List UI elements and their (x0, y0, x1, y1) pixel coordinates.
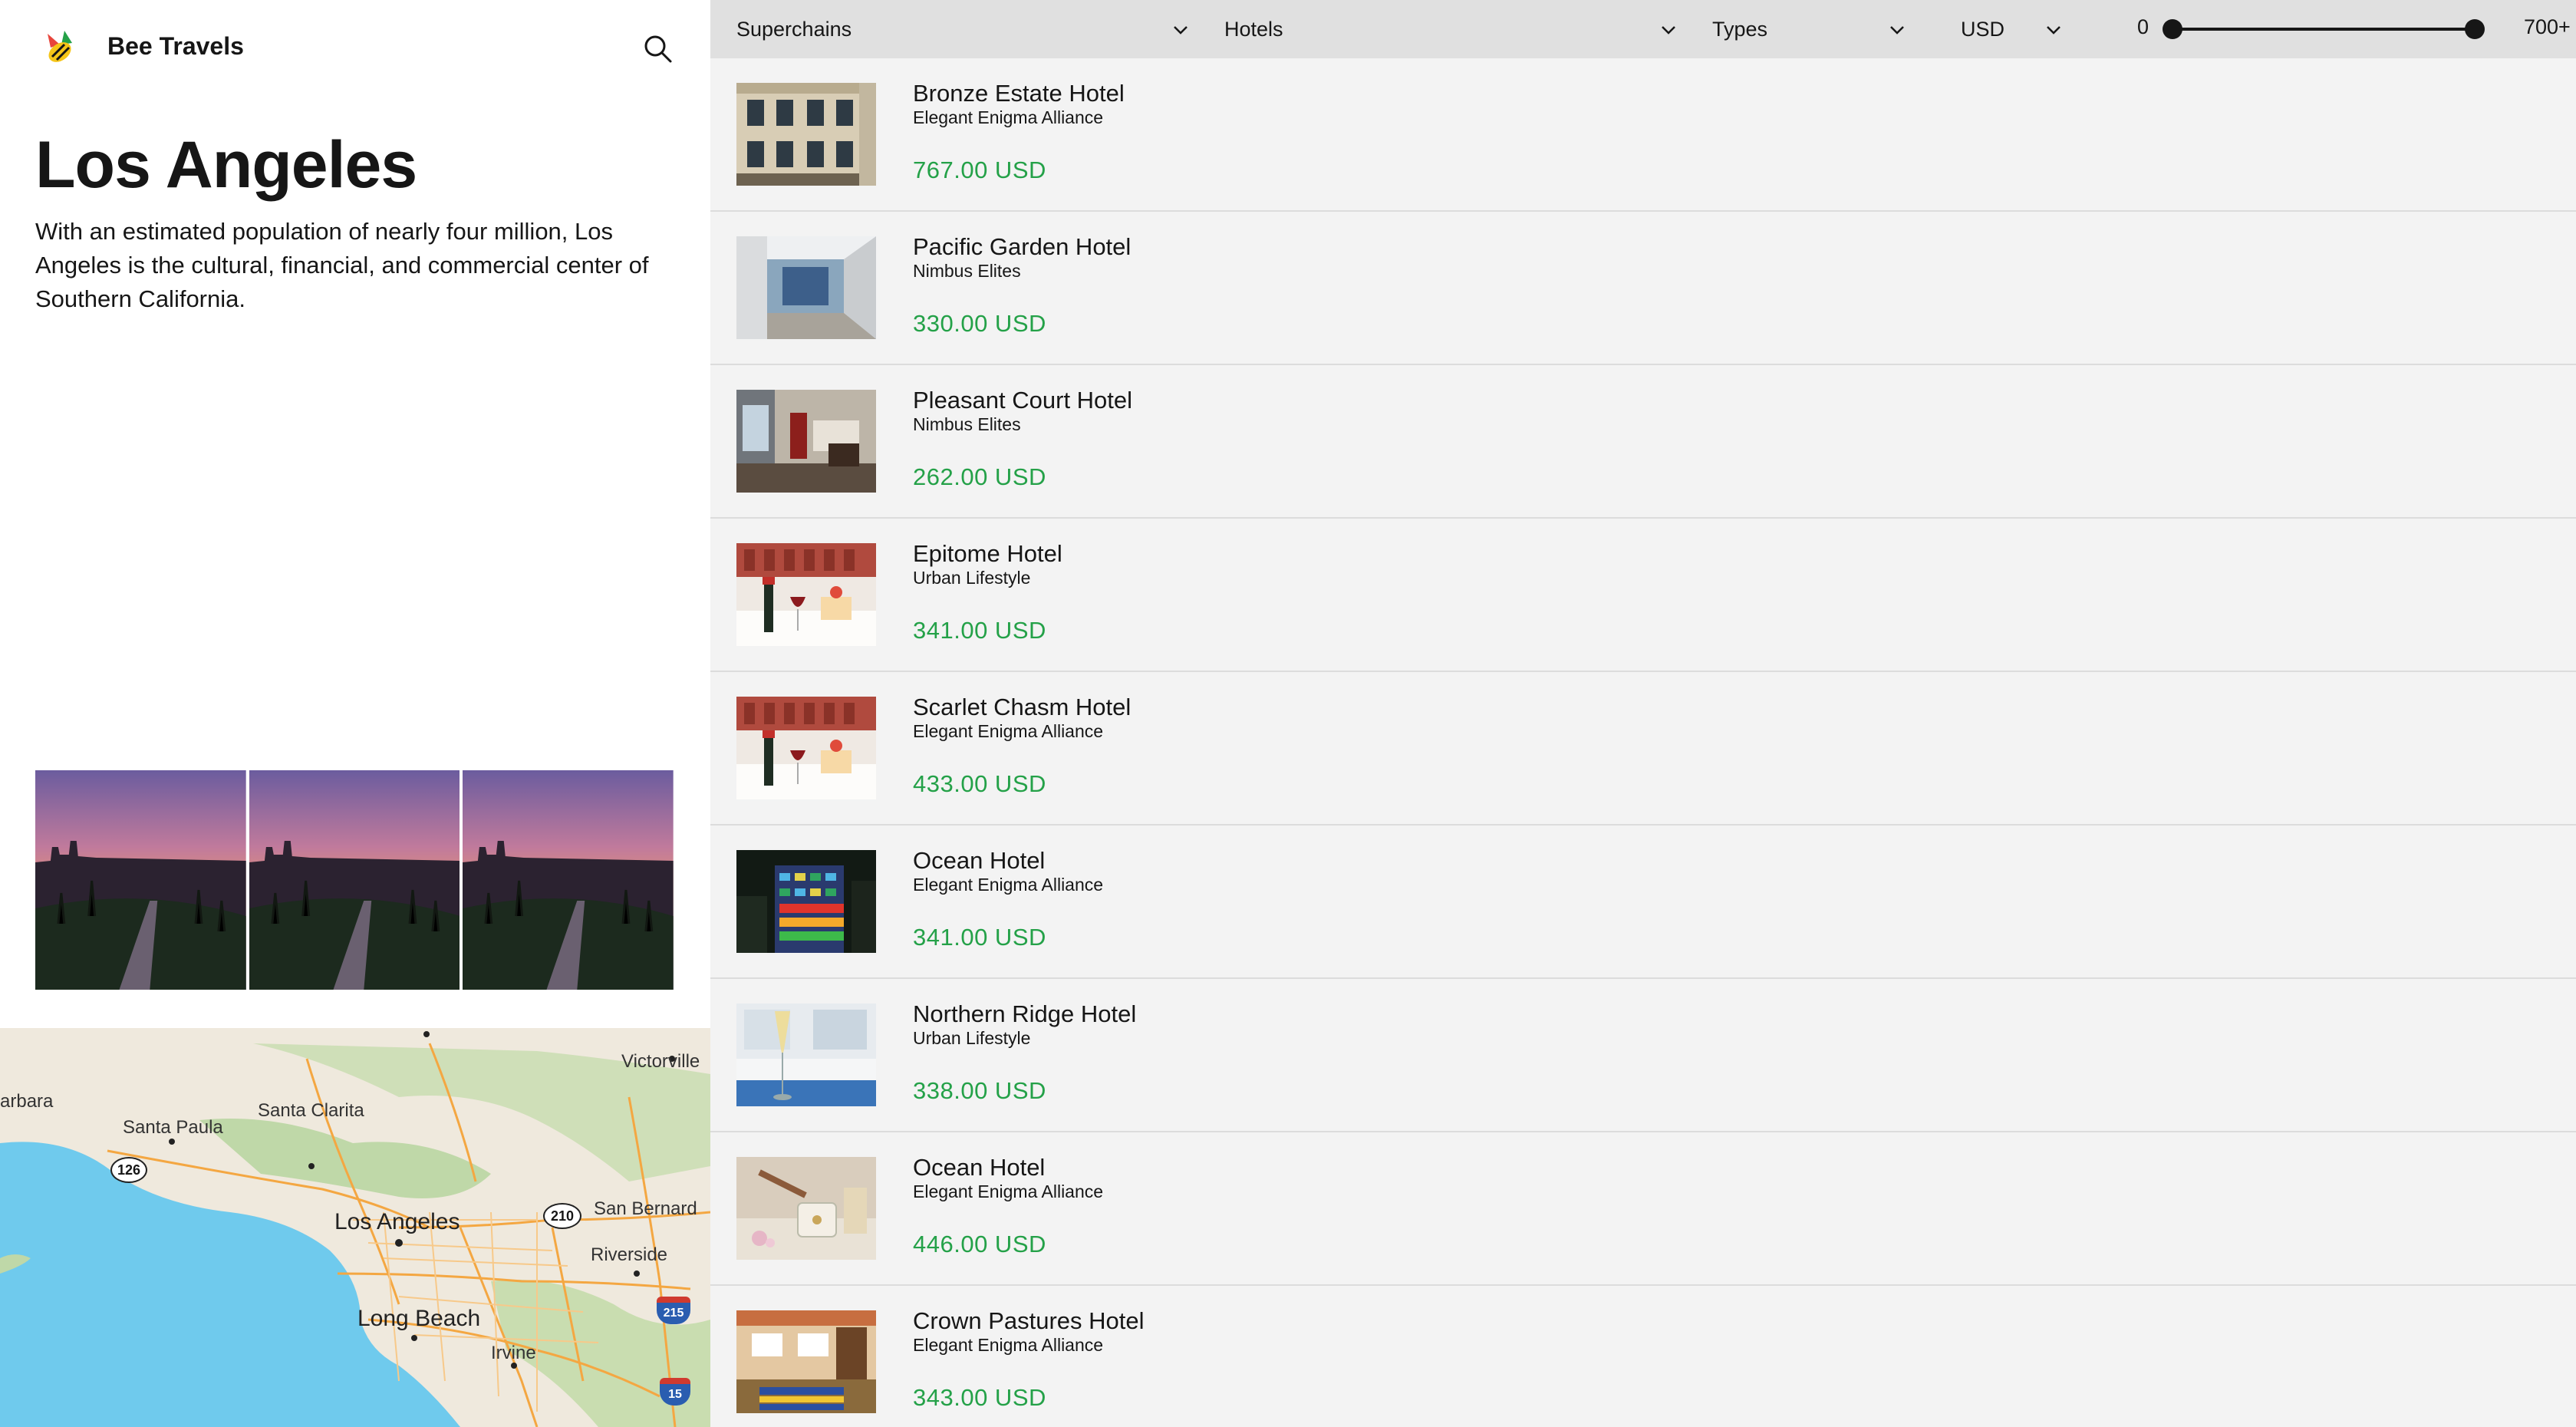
superchains-dropdown-label: Superchains (736, 17, 852, 41)
hotel-price: 341.00 USD (913, 617, 1046, 644)
hotels-dropdown-label: Hotels (1224, 17, 1283, 41)
chevron-down-icon (1890, 26, 1904, 35)
hotel-photo (736, 83, 876, 186)
hotel-price: 767.00 USD (913, 157, 1046, 183)
hotel-price: 341.00 USD (913, 924, 1046, 951)
gallery-image[interactable] (249, 770, 460, 990)
hotel-photo (736, 543, 876, 646)
chevron-down-icon (1662, 26, 1675, 35)
hotel-price: 433.00 USD (913, 770, 1046, 797)
hotel-list-item[interactable]: Ocean Hotel Elegant Enigma Alliance 341.00… (710, 826, 2576, 979)
superchains-dropdown[interactable]: Superchains (736, 0, 1197, 58)
hotel-chain: Elegant Enigma Alliance (913, 1181, 1104, 1201)
price-slider-min-handle[interactable] (2163, 19, 2182, 39)
hotel-chain: Urban Lifestyle (913, 568, 1031, 588)
map-label-santa-paula: Santa Paula (123, 1117, 223, 1138)
hotel-list-item[interactable]: Scarlet Chasm Hotel Elegant Enigma Allian… (710, 672, 2576, 826)
hotel-name: Ocean Hotel (913, 847, 1046, 874)
chevron-down-icon (2047, 26, 2060, 35)
hotel-list-item[interactable]: Epitome Hotel Urban Lifestyle 341.00 USD (710, 519, 2576, 672)
city-gallery (35, 770, 674, 990)
hotel-name: Bronze Estate Hotel (913, 80, 1125, 107)
hotel-name: Pleasant Court Hotel (913, 387, 1133, 414)
gallery-image[interactable] (463, 770, 674, 990)
price-slider-track[interactable] (2172, 28, 2475, 31)
hotel-chain: Nimbus Elites (913, 261, 1021, 281)
map-label-riverside: Riverside (591, 1244, 668, 1265)
hotels-dropdown[interactable]: Hotels (1224, 0, 1685, 58)
hotel-price: 446.00 USD (913, 1231, 1046, 1257)
hotel-list: Bronze Estate Hotel Elegant Enigma Allian… (710, 58, 2576, 1427)
hotel-chain: Elegant Enigma Alliance (913, 107, 1104, 127)
types-dropdown[interactable]: Types (1712, 0, 1927, 58)
map-label-los-angeles: Los Angeles (334, 1209, 460, 1234)
hotel-photo (736, 1004, 876, 1106)
city-map[interactable]: Victorville arbara Santa Paula Santa Cla… (0, 1028, 710, 1427)
route-126-shield: 126 (110, 1157, 147, 1183)
types-dropdown-label: Types (1712, 17, 1768, 41)
interstate-15-shield: 15 (660, 1378, 690, 1406)
hotel-photo (736, 697, 876, 799)
hotel-chain: Elegant Enigma Alliance (913, 721, 1104, 741)
bee-logo-icon (48, 31, 72, 62)
hotel-list-item[interactable]: Bronze Estate Hotel Elegant Enigma Allian… (710, 58, 2576, 212)
hotel-list-item[interactable]: Pleasant Court Hotel Nimbus Elites 262.00 … (710, 365, 2576, 519)
hotel-name: Ocean Hotel (913, 1154, 1046, 1181)
hotel-list-item[interactable]: Pacific Garden Hotel Nimbus Elites 330.00 … (710, 212, 2576, 365)
hotel-photo (736, 1157, 876, 1260)
hotel-name: Epitome Hotel (913, 540, 1062, 567)
hotel-price: 343.00 USD (913, 1384, 1046, 1411)
filter-bar: Superchains Hotels Types USD 0 700+ (710, 0, 2576, 58)
hotel-list-item[interactable]: Northern Ridge Hotel Urban Lifestyle 338.0… (710, 979, 2576, 1132)
currency-dropdown-label: USD (1961, 17, 2005, 41)
hotel-photo (736, 390, 876, 493)
map-label-san-bernard: San Bernard (594, 1198, 697, 1219)
hotel-name: Crown Pastures Hotel (913, 1307, 1145, 1334)
hotel-chain: Elegant Enigma Alliance (913, 1335, 1104, 1355)
hotel-photo (736, 1310, 876, 1413)
map-label-barbara: arbara (0, 1091, 54, 1112)
map-label-victorville: Victorville (621, 1051, 700, 1072)
interstate-215-shield: 215 (657, 1297, 690, 1324)
price-max-label: 700+ (2524, 15, 2571, 38)
currency-dropdown[interactable]: USD (1961, 0, 2068, 58)
hotel-results-panel: Superchains Hotels Types USD 0 700+ Bron… (710, 0, 2576, 1427)
hotel-name: Pacific Garden Hotel (913, 233, 1132, 260)
city-title: Los Angeles (35, 128, 417, 202)
brand[interactable]: Bee Travels (37, 23, 244, 69)
city-panel: Bee Travels Los Angeles With an estimate… (0, 0, 710, 1427)
hotel-list-item[interactable]: Ocean Hotel Elegant Enigma Alliance 446.00… (710, 1132, 2576, 1286)
map-label-santa-clarita: Santa Clarita (258, 1100, 364, 1121)
hotel-chain: Urban Lifestyle (913, 1028, 1031, 1048)
map-label-long-beach: Long Beach (357, 1306, 481, 1331)
route-210-shield: 210 (543, 1203, 581, 1229)
hotel-list-item[interactable]: Crown Pastures Hotel Elegant Enigma Allia… (710, 1286, 2576, 1427)
city-description: With an estimated population of nearly f… (35, 218, 649, 312)
chevron-down-icon (1174, 26, 1188, 35)
hotel-price: 262.00 USD (913, 463, 1046, 490)
hotel-photo (736, 236, 876, 339)
hotel-name: Northern Ridge Hotel (913, 1000, 1137, 1027)
hotel-price: 338.00 USD (913, 1077, 1046, 1104)
search-icon[interactable] (638, 29, 678, 69)
price-min-label: 0 (2137, 15, 2149, 38)
price-slider-max-handle[interactable] (2465, 19, 2485, 39)
map-label-irvine: Irvine (491, 1343, 536, 1363)
hotel-name: Scarlet Chasm Hotel (913, 694, 1132, 720)
app-name: Bee Travels (107, 31, 244, 60)
hotel-chain: Elegant Enigma Alliance (913, 875, 1104, 895)
gallery-image[interactable] (35, 770, 246, 990)
hotel-photo (736, 850, 876, 953)
hotel-chain: Nimbus Elites (913, 414, 1021, 434)
hotel-price: 330.00 USD (913, 310, 1046, 337)
